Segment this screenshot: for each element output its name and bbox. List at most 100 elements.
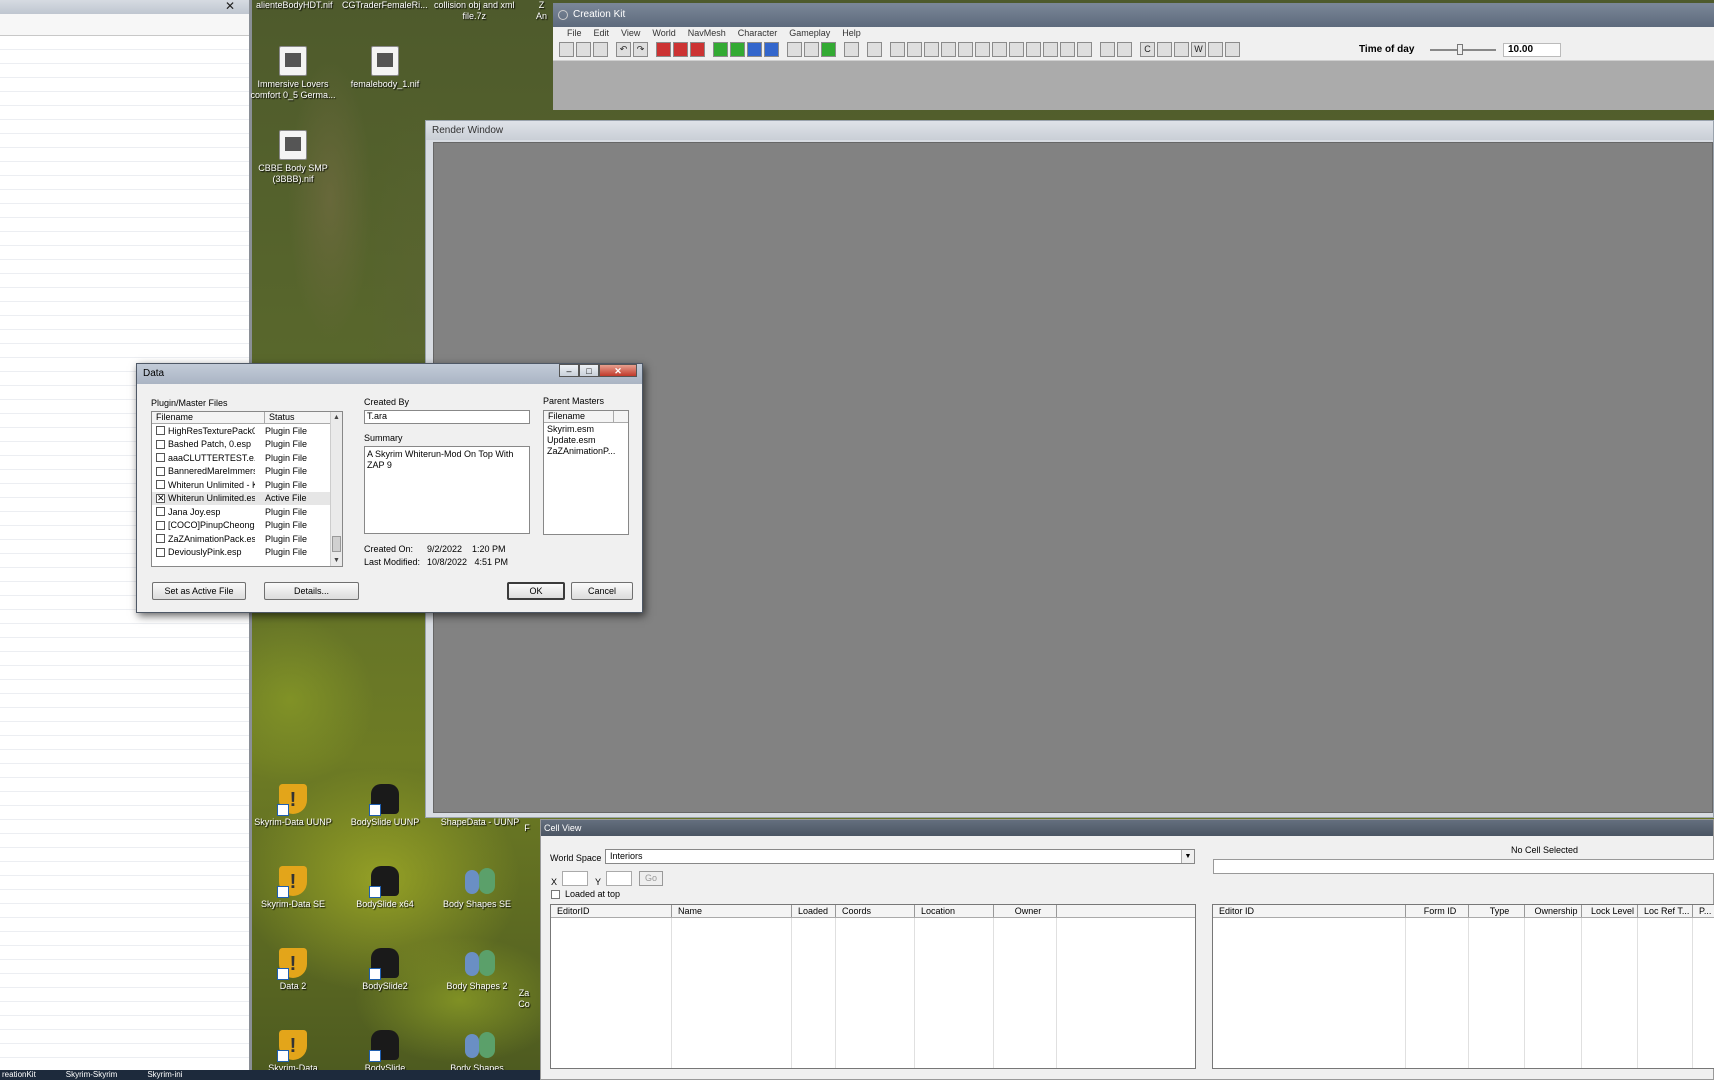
- taskbar-item[interactable]: reationKit: [2, 1070, 36, 1080]
- time-of-day-slider[interactable]: [1430, 49, 1496, 51]
- plugin-file-list[interactable]: Filename Status HighResTexturePack0... Pl…: [151, 411, 343, 567]
- save-icon[interactable]: [576, 42, 591, 57]
- minimize-button[interactable]: –: [559, 364, 579, 377]
- scroll-up-icon[interactable]: ▲: [331, 412, 342, 423]
- flip-icon[interactable]: [1157, 42, 1172, 57]
- created-by-input[interactable]: T.ara: [364, 410, 530, 424]
- plugin-row[interactable]: [COCO]PinupCheongs... Plugin File: [152, 519, 342, 533]
- taskbar-item[interactable]: Skyrim-ini: [147, 1070, 182, 1080]
- column-header-loc-ref-type[interactable]: Loc Ref T...: [1638, 905, 1693, 917]
- script-icon[interactable]: [1100, 42, 1115, 57]
- menu-character[interactable]: Character: [732, 27, 784, 39]
- sky-icon[interactable]: [713, 42, 728, 57]
- summary-textarea[interactable]: A Skyrim Whiterun-Mod On Top With ZAP 9: [364, 446, 530, 534]
- cancel-button[interactable]: Cancel: [571, 582, 633, 600]
- desktop-top-label[interactable]: alienteBodyHDT.nif: [256, 0, 333, 11]
- snap-reference-icon[interactable]: [958, 42, 973, 57]
- plugin-row[interactable]: HighResTexturePack0... Plugin File: [152, 424, 342, 438]
- orbit-icon[interactable]: [1174, 42, 1189, 57]
- plugin-row[interactable]: aaaCLUTTERTEST.e... Plugin File: [152, 451, 342, 465]
- column-header-p[interactable]: P...: [1693, 905, 1714, 917]
- desktop-icon[interactable]: Body Shapes 2: [432, 948, 522, 992]
- desktop-icon[interactable]: Body Shapes: [432, 1030, 522, 1074]
- column-header-type[interactable]: Type: [1469, 905, 1525, 917]
- snap-navmesh-icon[interactable]: [975, 42, 990, 57]
- scrollbar-thumb[interactable]: [332, 536, 341, 552]
- loaded-at-top-checkbox[interactable]: [551, 890, 560, 899]
- desktop-icon[interactable]: ! Skyrim-Data UUNP: [248, 784, 338, 828]
- lasso-icon[interactable]: [844, 42, 859, 57]
- plugin-checkbox-checked[interactable]: [156, 492, 165, 504]
- occlusion-icon[interactable]: [1060, 42, 1075, 57]
- column-header-lock-level[interactable]: Lock Level: [1582, 905, 1638, 917]
- desktop-icon[interactable]: ! Data 2: [248, 948, 338, 992]
- portal-icon[interactable]: [1026, 42, 1041, 57]
- desktop-icon[interactable]: BodySlide: [340, 1030, 430, 1074]
- details-button[interactable]: Details...: [264, 582, 359, 600]
- desktop-top-label[interactable]: Z An: [536, 0, 547, 22]
- snap-grid-icon[interactable]: [924, 42, 939, 57]
- plugin-row[interactable]: BanneredMareImmersi... Plugin File: [152, 465, 342, 479]
- sound-icon[interactable]: [804, 42, 819, 57]
- plugin-row-active[interactable]: Whiterun Unlimited.esp Active File: [152, 491, 342, 505]
- plugin-row[interactable]: Bashed Patch, 0.esp Plugin File: [152, 438, 342, 452]
- close-icon[interactable]: ✕: [225, 0, 235, 13]
- desktop-top-label[interactable]: CGTraderFemaleRi...: [342, 0, 428, 11]
- column-header-editor-id[interactable]: Editor ID: [1213, 905, 1406, 917]
- plugin-row[interactable]: Jana Joy.esp Plugin File: [152, 505, 342, 519]
- local-axis-icon[interactable]: [992, 42, 1007, 57]
- world-axis-icon[interactable]: [1009, 42, 1024, 57]
- markers-icon[interactable]: [673, 42, 688, 57]
- column-header-filename[interactable]: Filename: [544, 411, 614, 422]
- menu-view[interactable]: View: [615, 27, 646, 39]
- cell-list-table[interactable]: EditorID Name Loaded Coords Location Own…: [550, 904, 1196, 1069]
- c-icon[interactable]: C: [1140, 42, 1155, 57]
- set-active-file-button[interactable]: Set as Active File: [152, 582, 246, 600]
- desktop-icon[interactable]: ! Skyrim-Data: [248, 1030, 338, 1074]
- time-of-day-slider-thumb[interactable]: [1456, 44, 1463, 55]
- snap-angle-icon[interactable]: [941, 42, 956, 57]
- menu-navmesh[interactable]: NavMesh: [682, 27, 732, 39]
- plugin-checkbox[interactable]: [156, 534, 165, 544]
- column-header-ownership[interactable]: Ownership: [1525, 905, 1582, 917]
- menu-edit[interactable]: Edit: [588, 27, 616, 39]
- column-header-status[interactable]: Status: [265, 412, 331, 423]
- water-icon[interactable]: [747, 42, 762, 57]
- ok-button[interactable]: OK: [507, 582, 565, 600]
- close-button[interactable]: ✕: [599, 364, 637, 377]
- creation-kit-titlebar[interactable]: Creation Kit: [553, 3, 1714, 27]
- plugin-checkbox[interactable]: [156, 426, 165, 436]
- plugin-checkbox[interactable]: [156, 453, 165, 463]
- x-input[interactable]: [562, 871, 588, 886]
- column-header-editorid[interactable]: EditorID: [551, 905, 672, 917]
- desktop-icon[interactable]: BodySlide2: [340, 948, 430, 992]
- plugin-checkbox[interactable]: [156, 520, 165, 530]
- fog-icon[interactable]: [764, 42, 779, 57]
- object-list-table[interactable]: Editor ID Form ID Type Ownership Lock Le…: [1212, 904, 1714, 1069]
- plugin-row[interactable]: DeviouslyPink.esp Plugin File: [152, 546, 342, 560]
- desktop-icon[interactable]: femalebody_1.nif: [340, 46, 430, 90]
- taskbar-item[interactable]: Skyrim-Skyrim: [66, 1070, 118, 1080]
- menu-help[interactable]: Help: [836, 27, 867, 39]
- column-header-name[interactable]: Name: [672, 905, 792, 917]
- column-header-loaded[interactable]: Loaded: [792, 905, 836, 917]
- column-header-owner[interactable]: Owner: [994, 905, 1057, 917]
- navmesh-icon[interactable]: [867, 42, 882, 57]
- column-header-location[interactable]: Location: [915, 905, 994, 917]
- world-space-select[interactable]: Interiors ▼: [605, 849, 1195, 864]
- open-icon[interactable]: [559, 42, 574, 57]
- quest-icon[interactable]: [1117, 42, 1132, 57]
- blank-window-titlebar[interactable]: ✕: [0, 0, 249, 14]
- data-dialog-titlebar[interactable]: Data – □ ✕: [137, 364, 642, 384]
- plugin-list-scrollbar[interactable]: ▲ ▼: [330, 412, 342, 566]
- parent-master-item[interactable]: Skyrim.esm: [547, 424, 625, 435]
- parent-masters-list[interactable]: Filename Skyrim.esm Update.esm ZaZAnimat…: [543, 410, 629, 535]
- w-icon[interactable]: W: [1191, 42, 1206, 57]
- maximize-button[interactable]: □: [579, 364, 599, 377]
- cell-view-titlebar[interactable]: Cell View: [541, 820, 1713, 836]
- parent-master-item[interactable]: Update.esm: [547, 435, 625, 446]
- desktop-icon[interactable]: ! Skyrim-Data SE: [248, 866, 338, 910]
- plugin-row[interactable]: ZaZAnimationPack.esp Plugin File: [152, 532, 342, 546]
- room-icon[interactable]: [1043, 42, 1058, 57]
- menu-world[interactable]: World: [646, 27, 681, 39]
